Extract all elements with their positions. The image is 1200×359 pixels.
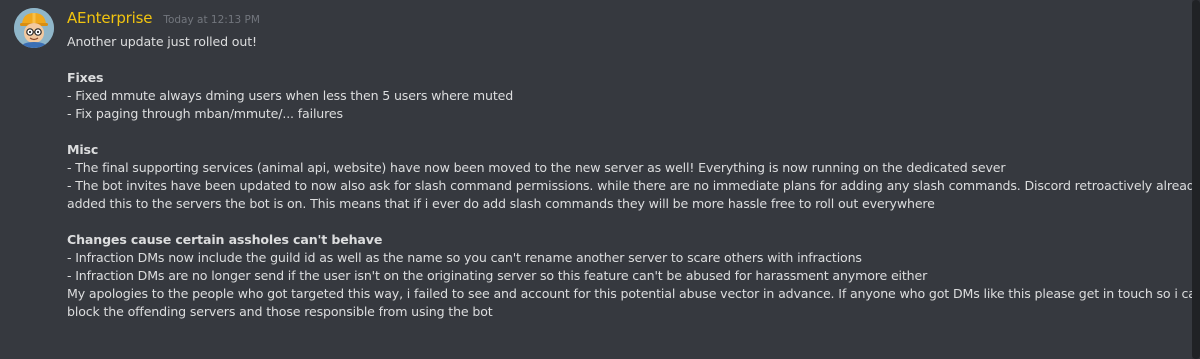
section-heading-fixes: Fixes: [67, 70, 104, 85]
change-item: - Infraction DMs are no longer send if t…: [67, 268, 928, 283]
section-heading-changes: Changes cause certain assholes can't beh…: [67, 232, 383, 247]
scrollbar-thumb[interactable]: [1192, 0, 1200, 359]
misc-item: - The final supporting services (animal …: [67, 160, 1006, 175]
fix-item: - Fixed mmute always dming users when le…: [67, 88, 514, 103]
scrollbar-track[interactable]: [1192, 0, 1200, 359]
apology-text-continued: block the offending servers and those re…: [67, 304, 493, 319]
message-timestamp: Today at 12:13 PM: [163, 14, 260, 26]
section-heading-misc: Misc: [67, 142, 99, 157]
intro-text: Another update just rolled out!: [67, 34, 257, 49]
chat-message: AEnterprise Today at 12:13 PM Another up…: [0, 0, 1200, 359]
misc-item: - The bot invites have been updated to n…: [67, 178, 1200, 193]
message-content: Another update just rolled out! Fixes - …: [67, 33, 1200, 321]
misc-item-continued: added this to the servers the bot is on.…: [67, 196, 935, 211]
message-header: AEnterprise Today at 12:13 PM: [67, 8, 260, 28]
change-item: - Infraction DMs now include the guild i…: [67, 250, 862, 265]
username[interactable]: AEnterprise: [67, 9, 152, 27]
fix-item: - Fix paging through mban/mmute/... fail…: [67, 106, 343, 121]
apology-text: My apologies to the people who got targe…: [67, 286, 1200, 301]
avatar-cartoon-icon: [14, 8, 54, 48]
user-avatar[interactable]: [14, 8, 54, 48]
